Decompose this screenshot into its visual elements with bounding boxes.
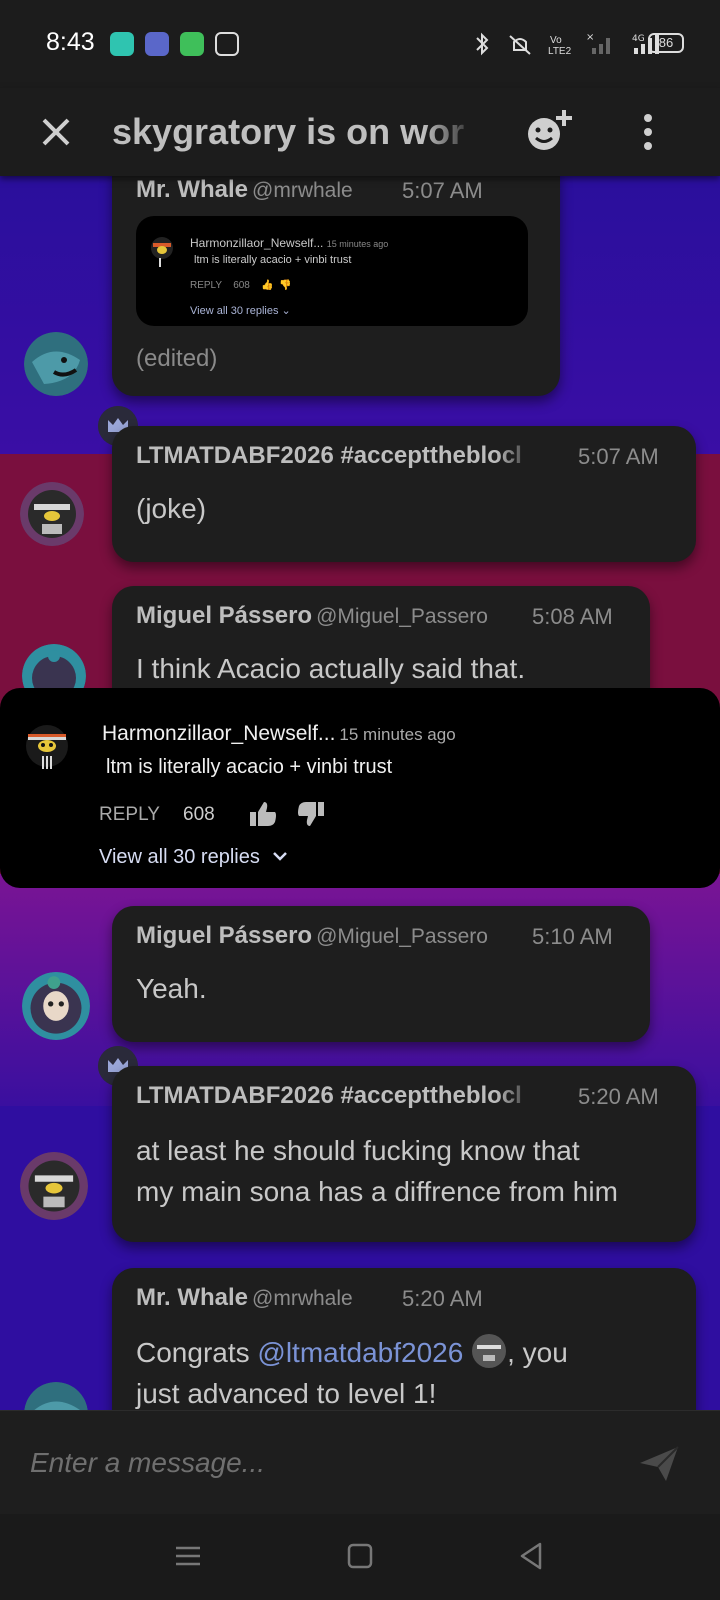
comment-text: ltm is literally acacio + vinbi trust — [106, 756, 393, 778]
like-count: 608 — [183, 804, 215, 825]
commenter-avatar[interactable] — [24, 724, 70, 770]
bluetooth-icon — [476, 32, 489, 56]
message-text-after: , you — [507, 1337, 568, 1368]
message-bubble[interactable]: Miguel Pássero @Miguel_Passero 5:10 AM Ye… — [112, 906, 650, 1042]
mr-whale-avatar[interactable] — [24, 332, 88, 396]
status-time: 8:43 — [46, 28, 95, 56]
volte-icon: VoLTE2 — [548, 35, 572, 56]
chat-header: skygratory is on wor — [0, 88, 720, 176]
author-name[interactable]: Miguel Pássero — [136, 602, 312, 629]
author-name[interactable]: Mr. Whale — [136, 1284, 248, 1311]
embed-like-icon: 👍 — [261, 280, 274, 291]
miguel-avatar[interactable] — [22, 972, 90, 1040]
message-text-line-2: just advanced to level 1! — [136, 1378, 437, 1409]
qr-code-icon — [145, 32, 169, 56]
chevron-down-icon — [273, 852, 288, 861]
commenter-name[interactable]: Harmonzillaor_Newself... — [102, 722, 335, 745]
message-text-line-2: my main sona has a diffrence from him — [136, 1176, 618, 1207]
status-bar: 8:43 Vo LTE2 × 4G 86 — [0, 0, 720, 88]
more-vert-icon[interactable] — [630, 108, 666, 156]
signal-icon: × — [586, 32, 610, 54]
add-reaction-icon[interactable] — [524, 108, 580, 156]
embed-reply: REPLY — [190, 280, 223, 291]
embed-author: Harmonzillaor_Newself... — [190, 236, 324, 250]
message-input[interactable] — [30, 1433, 620, 1493]
message-bubble[interactable]: LTMATDABF2026 #accepttheblocl 5:07 AM (j… — [112, 426, 696, 562]
message-bubble[interactable]: Mr. Whale @mrwhale 5:07 AM Harmonzillaor_… — [112, 176, 560, 396]
embed-dislike-icon: 👎 — [279, 280, 292, 291]
message-text: (joke) — [136, 493, 207, 524]
message-time: 5:10 AM — [532, 924, 613, 949]
message-composer — [0, 1410, 720, 1514]
message-bubble[interactable]: Mr. Whale @mrwhale 5:20 AM Congrats @ltma… — [112, 1268, 696, 1410]
screen-record-icon — [215, 32, 239, 56]
mention-avatar — [472, 1334, 507, 1368]
svg-text:LTE2: LTE2 — [548, 46, 572, 56]
comment-overlay-card[interactable]: Harmonzillaor_Newself... 15 minutes ago l… — [0, 688, 720, 888]
svg-text:4G: 4G — [632, 34, 645, 44]
ltmatdabf-avatar[interactable] — [20, 482, 84, 546]
message-time: 5:20 AM — [578, 1084, 659, 1109]
mute-icon — [509, 35, 531, 55]
message-time: 5:20 AM — [402, 1286, 483, 1311]
author-name[interactable]: LTMATDABF2026 #accepttheblocl — [136, 442, 536, 470]
status-icons: Vo LTE2 × 4G — [472, 32, 660, 56]
shield-app-icon — [180, 32, 204, 56]
svg-text:Vo: Vo — [550, 35, 562, 46]
home-icon[interactable] — [340, 1536, 380, 1576]
embed-ago: 15 minutes ago — [326, 239, 389, 249]
author-handle: @mrwhale — [252, 179, 353, 202]
close-icon[interactable] — [34, 110, 78, 154]
message-text: (edited) — [136, 345, 218, 372]
author-handle: @mrwhale — [252, 1287, 353, 1310]
message-text: Yeah. — [136, 973, 207, 1004]
svg-text:×: × — [586, 32, 594, 43]
view-replies-link[interactable]: View all 30 replies — [99, 846, 260, 868]
embed-avatar — [151, 237, 173, 267]
author-handle: @Miguel_Passero — [316, 925, 488, 948]
thumbs-up-icon[interactable] — [248, 800, 278, 828]
message-time: 5:07 AM — [402, 178, 483, 203]
message-bubble[interactable]: LTMATDABF2026 #accepttheblocl 5:20 AM at… — [112, 1066, 696, 1242]
embed-count: 608 — [233, 280, 250, 291]
back-icon[interactable] — [512, 1536, 552, 1576]
author-handle: @Miguel_Passero — [316, 605, 488, 628]
system-nav-bar — [0, 1514, 720, 1600]
message-text-line-1: at least he should fucking know that — [136, 1135, 580, 1166]
embed-text: ltm is literally acacio + vinbi trust — [194, 254, 352, 266]
message-text: I think Acacio actually said that. — [136, 653, 526, 684]
comment-time: 15 minutes ago — [339, 725, 456, 744]
embedded-screenshot[interactable]: Harmonzillaor_Newself... 15 minutes ago … — [136, 216, 528, 326]
chat-title: skygratory is on wor — [112, 111, 465, 152]
embed-view-replies: View all 30 replies — [190, 305, 279, 317]
message-time: 5:08 AM — [532, 604, 613, 629]
author-name[interactable]: LTMATDABF2026 #accepttheblocl — [136, 1082, 536, 1110]
reply-button[interactable]: REPLY — [99, 804, 160, 826]
battery-indicator: 86 — [648, 33, 684, 53]
recent-apps-icon[interactable] — [168, 1536, 208, 1576]
send-icon[interactable] — [636, 1441, 682, 1487]
thumbs-down-icon[interactable] — [296, 800, 326, 828]
author-name[interactable]: Miguel Pássero — [136, 922, 312, 949]
notification-app-icon — [110, 32, 134, 56]
message-time: 5:07 AM — [578, 444, 659, 469]
author-name[interactable]: Mr. Whale — [136, 176, 248, 203]
message-text: Congrats — [136, 1337, 258, 1368]
ltmatdabf-avatar[interactable] — [20, 1152, 88, 1220]
user-mention[interactable]: @ltmatdabf2026 — [257, 1337, 463, 1368]
